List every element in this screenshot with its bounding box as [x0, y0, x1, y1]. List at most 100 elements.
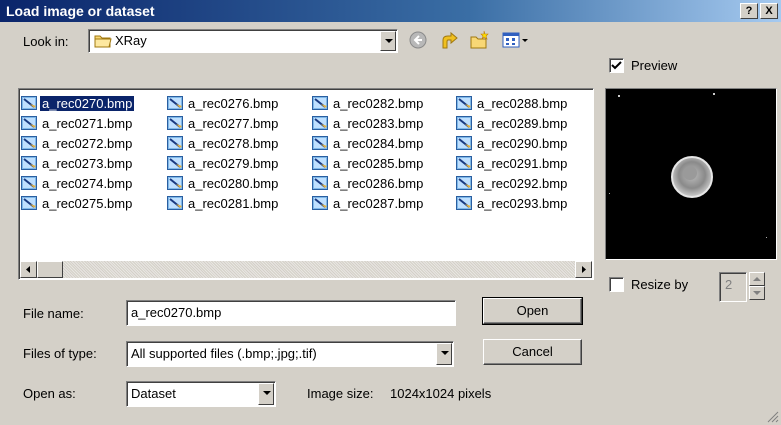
file-item[interactable]: a_rec0285.bmp — [312, 153, 425, 173]
file-item[interactable]: a_rec0289.bmp — [456, 113, 569, 133]
bitmap-file-icon — [312, 175, 328, 191]
view-menu-icon[interactable] — [502, 30, 530, 50]
file-name-text: a_rec0275.bmp — [42, 195, 133, 211]
image-size-label: Image size: — [307, 386, 374, 401]
file-name-text: a_rec0284.bmp — [333, 135, 424, 151]
bitmap-file-icon — [456, 155, 472, 171]
file-item[interactable]: a_rec0276.bmp — [167, 93, 280, 113]
file-list[interactable]: a_rec0270.bmp a_rec0271.bmp a_rec0272.bmp a… — [18, 88, 594, 280]
file-name-text: a_rec0283.bmp — [333, 115, 424, 131]
file-item[interactable]: a_rec0291.bmp — [456, 153, 569, 173]
bitmap-file-icon — [456, 135, 472, 151]
file-item[interactable]: a_rec0270.bmp — [21, 93, 135, 113]
file-item[interactable]: a_rec0280.bmp — [167, 173, 280, 193]
files-of-type-combo[interactable]: All supported files (.bmp;.jpg;.tif) — [126, 341, 454, 367]
bitmap-file-icon — [167, 115, 183, 131]
file-item[interactable]: a_rec0277.bmp — [167, 113, 280, 133]
file-name-text: a_rec0273.bmp — [42, 155, 133, 171]
bitmap-file-icon — [312, 115, 328, 131]
bitmap-file-icon — [456, 95, 472, 111]
file-item[interactable]: a_rec0279.bmp — [167, 153, 280, 173]
scroll-left-button[interactable] — [20, 261, 37, 278]
files-of-type-dropdown-button[interactable] — [436, 343, 452, 365]
image-preview — [605, 88, 777, 260]
file-item[interactable]: a_rec0273.bmp — [21, 153, 134, 173]
file-item[interactable]: a_rec0292.bmp — [456, 173, 569, 193]
bitmap-file-icon — [21, 95, 37, 111]
help-button[interactable]: ? — [740, 3, 758, 19]
file-name-text: a_rec0287.bmp — [333, 195, 424, 211]
file-name-text: a_rec0289.bmp — [477, 115, 568, 131]
file-name-text: a_rec0292.bmp — [477, 175, 568, 191]
resize-checkbox[interactable] — [609, 277, 624, 292]
file-item[interactable]: a_rec0293.bmp — [456, 193, 569, 213]
resize-up-button[interactable] — [749, 272, 765, 286]
open-as-value: Dataset — [131, 386, 176, 401]
file-item[interactable]: a_rec0274.bmp — [21, 173, 134, 193]
resize-value: 2 — [725, 277, 733, 292]
bitmap-file-icon — [456, 115, 472, 131]
file-name-text: a_rec0291.bmp — [477, 155, 568, 171]
file-item[interactable]: a_rec0272.bmp — [21, 133, 134, 153]
bitmap-file-icon — [312, 95, 328, 111]
file-item[interactable]: a_rec0287.bmp — [312, 193, 425, 213]
resize-down-button[interactable] — [749, 286, 765, 300]
preview-label: Preview — [631, 58, 678, 73]
resize-label: Resize by — [631, 277, 689, 292]
file-column-4: a_rec0288.bmp a_rec0289.bmp a_rec0290.bmpa… — [456, 93, 569, 213]
scroll-right-button[interactable] — [575, 261, 592, 278]
file-name-text: a_rec0280.bmp — [188, 175, 279, 191]
horizontal-scrollbar[interactable] — [20, 261, 592, 278]
resize-spinner[interactable]: 2 — [719, 272, 773, 302]
bitmap-file-icon — [21, 195, 37, 211]
file-item[interactable]: a_rec0278.bmp — [167, 133, 280, 153]
file-name-text: a_rec0272.bmp — [42, 135, 133, 151]
file-item[interactable]: a_rec0282.bmp — [312, 93, 425, 113]
file-name-label: File name: — [23, 306, 84, 321]
cancel-button[interactable]: Cancel — [483, 339, 582, 365]
up-arrow-icon — [753, 277, 761, 281]
file-item[interactable]: a_rec0275.bmp — [21, 193, 134, 213]
file-name-text: a_rec0271.bmp — [42, 115, 133, 131]
file-item[interactable]: a_rec0271.bmp — [21, 113, 134, 133]
file-item[interactable]: a_rec0281.bmp — [167, 193, 280, 213]
file-item[interactable]: a_rec0286.bmp — [312, 173, 425, 193]
bitmap-file-icon — [21, 175, 37, 191]
file-item[interactable]: a_rec0290.bmp — [456, 133, 569, 153]
look-in-combo[interactable]: XRay — [88, 29, 398, 53]
bitmap-file-icon — [167, 175, 183, 191]
look-in-dropdown-button[interactable] — [380, 31, 396, 51]
scroll-thumb[interactable] — [37, 261, 63, 278]
files-of-type-label: Files of type: — [23, 346, 97, 361]
file-name-text: a_rec0276.bmp — [188, 95, 279, 111]
bitmap-file-icon — [167, 95, 183, 111]
file-item[interactable]: a_rec0288.bmp — [456, 93, 569, 113]
bitmap-file-icon — [21, 135, 37, 151]
title-bar[interactable]: Load image or dataset ? X — [0, 0, 781, 22]
file-name-text: a_rec0277.bmp — [188, 115, 279, 131]
preview-checkbox[interactable] — [609, 58, 624, 73]
file-item[interactable]: a_rec0283.bmp — [312, 113, 425, 133]
file-item[interactable]: a_rec0284.bmp — [312, 133, 425, 153]
left-arrow-icon — [26, 266, 30, 273]
file-name-text: a_rec0288.bmp — [477, 95, 568, 111]
xray-preview-image — [606, 89, 776, 259]
open-as-combo[interactable]: Dataset — [126, 381, 276, 407]
file-name-text: a_rec0293.bmp — [477, 195, 568, 211]
bitmap-file-icon — [456, 175, 472, 191]
up-folder-icon[interactable] — [440, 30, 460, 50]
file-name-text: a_rec0286.bmp — [333, 175, 424, 191]
bitmap-file-icon — [312, 135, 328, 151]
open-button[interactable]: Open — [482, 297, 583, 325]
bitmap-file-icon — [167, 155, 183, 171]
resize-value-field[interactable]: 2 — [719, 272, 747, 302]
close-button[interactable]: X — [760, 3, 778, 19]
new-folder-icon[interactable] — [470, 30, 490, 50]
back-icon[interactable] — [408, 30, 428, 50]
resize-grip-icon[interactable] — [765, 409, 779, 423]
bitmap-file-icon — [456, 195, 472, 211]
file-name-input[interactable]: a_rec0270.bmp — [126, 300, 456, 326]
file-name-text: a_rec0278.bmp — [188, 135, 279, 151]
open-as-dropdown-button[interactable] — [258, 383, 274, 405]
file-name-text: a_rec0279.bmp — [188, 155, 279, 171]
